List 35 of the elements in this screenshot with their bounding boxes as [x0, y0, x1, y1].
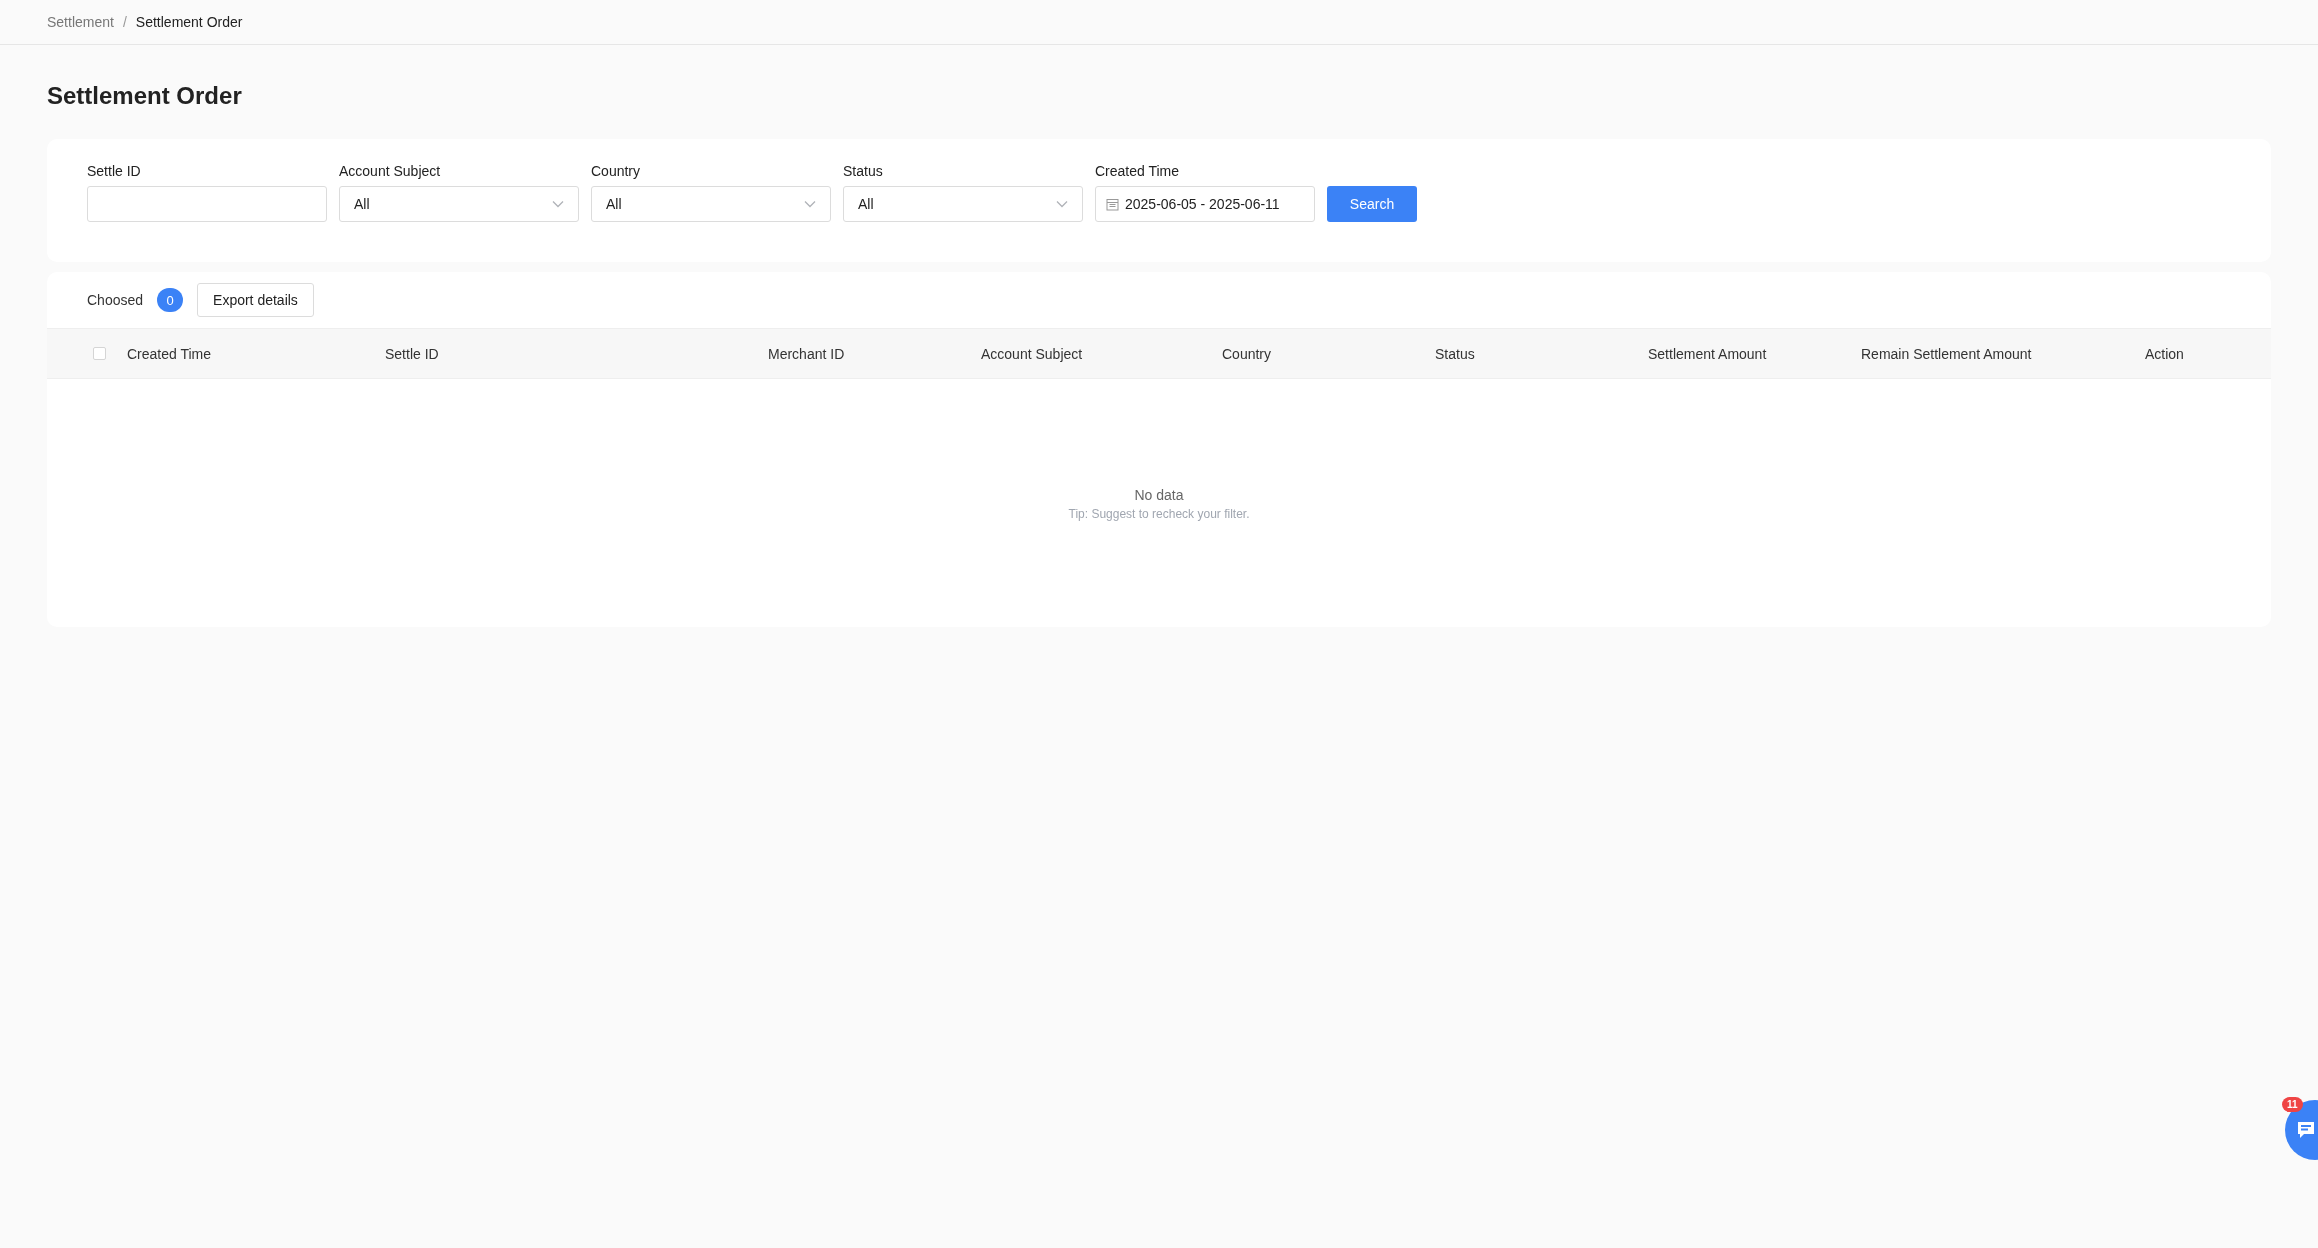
column-header: Settle ID [385, 345, 440, 362]
breadcrumb-separator: / [122, 14, 127, 30]
column-header: Created Time [127, 345, 213, 362]
calendar-icon [1106, 197, 1119, 211]
chat-icon [2295, 1119, 2317, 1141]
select-field[interactable]: All [843, 186, 1083, 222]
filter-label: Account Subject [339, 163, 442, 179]
date-range-field[interactable]: 2025-06-05 - 2025-06-11 [1095, 186, 1315, 222]
filter-label: Settle ID [87, 163, 142, 179]
notification-badge: 11 [2282, 1097, 2303, 1112]
column-header: Remain Settlement Amount [1861, 345, 2033, 362]
chevron-down-icon [1056, 200, 1068, 208]
column-header: Merchant ID [768, 345, 846, 362]
column-header: Country [1222, 345, 1273, 362]
filter-label: Created Time [1095, 163, 1181, 179]
select-field[interactable]: All [339, 186, 579, 222]
chevron-down-icon [552, 200, 564, 208]
select-all-checkbox[interactable] [93, 347, 106, 360]
export-button[interactable]: Export details [197, 283, 314, 317]
chosen-label: Choosed [87, 292, 144, 308]
filter-label: Country [591, 163, 642, 179]
filter-label: Status [843, 163, 884, 179]
column-header: Settlement Amount [1648, 345, 1768, 362]
input-field[interactable] [87, 186, 327, 222]
column-header: Action [2145, 345, 2185, 362]
empty-message: No data [1134, 487, 1184, 503]
empty-tip: Tip: Suggest to recheck your filter. [1068, 507, 1250, 521]
chevron-down-icon [804, 200, 816, 208]
column-header: Account Subject [981, 345, 1084, 362]
page-title: Settlement Order [47, 82, 243, 110]
select-field[interactable]: All [591, 186, 831, 222]
count-badge: 0 [157, 288, 184, 312]
column-header: Status [1435, 345, 1476, 362]
search-button[interactable]: Search [1327, 186, 1417, 222]
breadcrumb-link[interactable]: Settlement [47, 14, 114, 30]
